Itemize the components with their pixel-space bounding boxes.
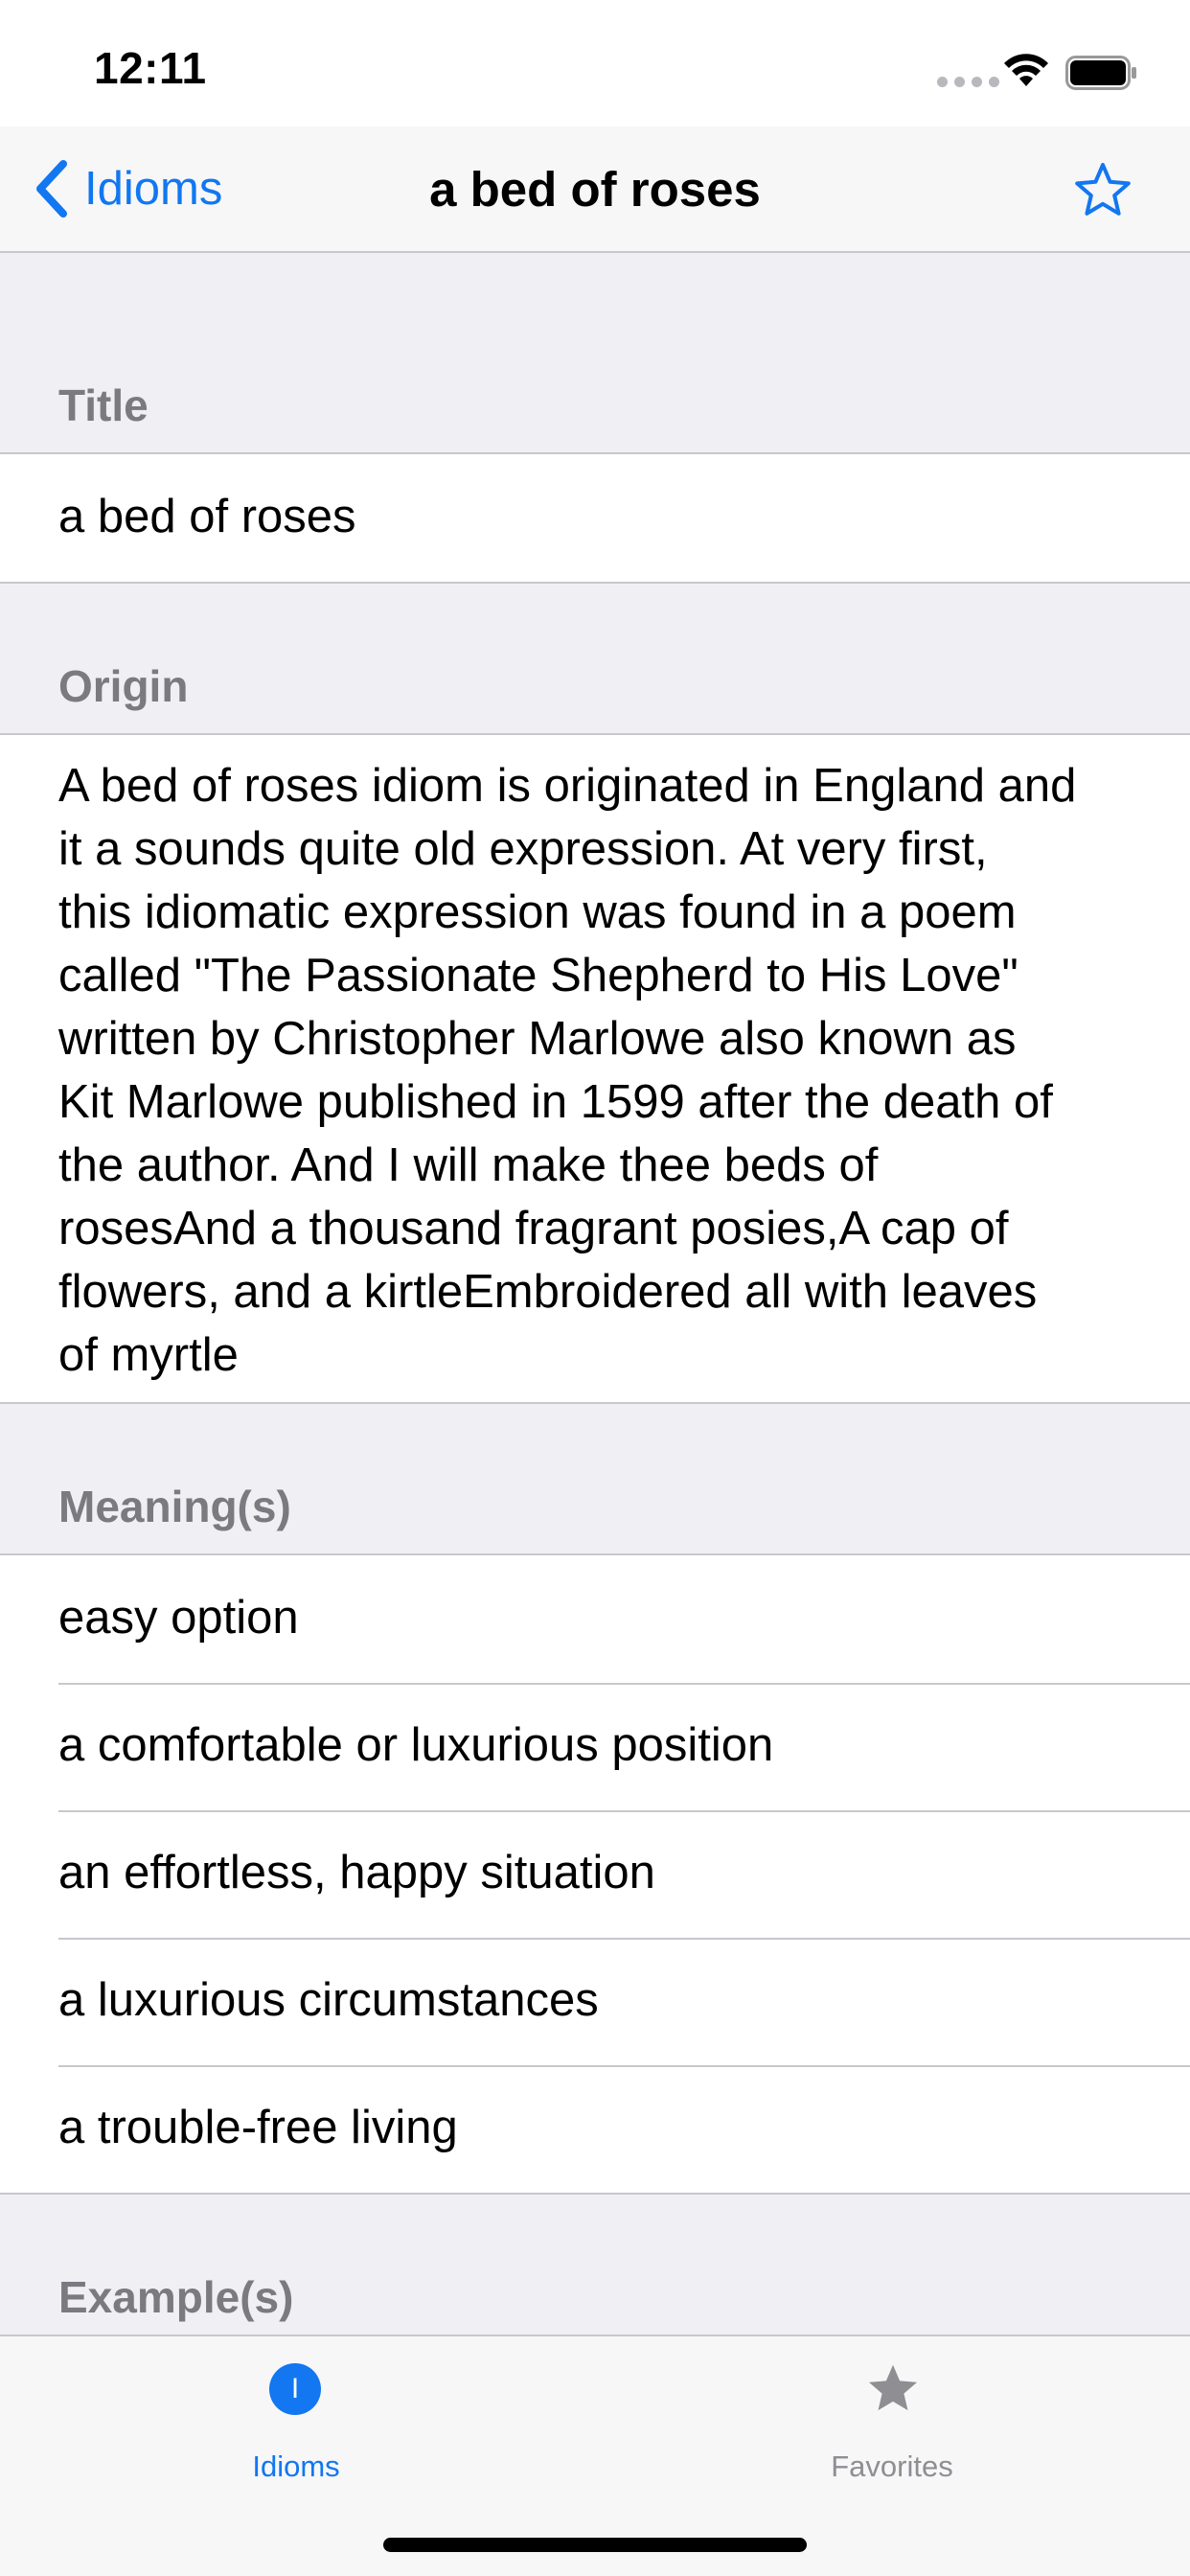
section-header-examples: Example(s) xyxy=(0,2195,1190,2344)
meaning-text: easy option xyxy=(58,1592,299,1644)
idioms-tab-glyph: I xyxy=(269,2363,321,2415)
origin-line: rosesAnd a thousand fragrant posies,A ca… xyxy=(58,1203,1009,1254)
origin-line: A bed of roses idiom is originated in En… xyxy=(58,760,1077,812)
tab-label: Idioms xyxy=(252,2450,340,2483)
section-header-label: Meaning(s) xyxy=(58,1482,291,1531)
origin-group: A bed of roses idiom is originated in En… xyxy=(0,733,1190,1404)
origin-text: A bed of roses idiom is originated in En… xyxy=(58,754,1132,1387)
tab-bar: I Idioms Favorites xyxy=(0,2334,1190,2576)
origin-line: called "The Passionate Shepherd to His L… xyxy=(58,950,1018,1001)
meaning-text: a comfortable or luxurious position xyxy=(58,1719,774,1771)
battery-icon xyxy=(1065,56,1136,90)
meaning-cell: a comfortable or luxurious position xyxy=(0,1683,1190,1810)
origin-line: this idiomatic expression was found in a… xyxy=(58,886,1017,938)
meaning-text: a trouble-free living xyxy=(58,2102,458,2153)
title-group: a bed of roses xyxy=(0,452,1190,584)
meaning-text: an effortless, happy situation xyxy=(58,1847,655,1898)
meaning-cell: a luxurious circumstances xyxy=(0,1938,1190,2065)
home-indicator[interactable] xyxy=(383,2538,807,2552)
origin-cell: A bed of roses idiom is originated in En… xyxy=(0,735,1190,1402)
meaning-cell: an effortless, happy situation xyxy=(0,1810,1190,1938)
section-header-title: Title xyxy=(0,253,1190,452)
origin-line: flowers, and a kirtleEmbroidered all wit… xyxy=(58,1266,1038,1318)
meaning-cell: easy option xyxy=(0,1555,1190,1683)
cellular-signal-icon xyxy=(937,77,999,87)
status-bar: 12:11 xyxy=(0,0,1190,126)
navigation-bar: Idioms a bed of roses xyxy=(0,126,1190,253)
wifi-icon xyxy=(1004,54,1048,86)
section-header-label: Title xyxy=(58,380,149,430)
star-outline-icon xyxy=(1075,163,1131,216)
title-value: a bed of roses xyxy=(58,491,356,542)
origin-line: written by Christopher Marlowe also know… xyxy=(58,1013,1017,1065)
idioms-tab-icon: I xyxy=(269,2363,321,2415)
tab-label: Favorites xyxy=(831,2450,953,2483)
idiom-detail-content[interactable]: Title a bed of roses Origin A bed of ros… xyxy=(0,253,1190,2344)
tab-idioms[interactable]: I Idioms xyxy=(152,2336,440,2490)
favorite-button[interactable] xyxy=(1073,161,1133,223)
origin-line: Kit Marlowe published in 1599 after the … xyxy=(58,1076,1053,1128)
page-title: a bed of roses xyxy=(429,162,761,217)
section-header-label: Origin xyxy=(58,661,189,711)
origin-line: it a sounds quite old expression. At ver… xyxy=(58,823,988,875)
section-header-label: Example(s) xyxy=(58,2272,294,2322)
section-header-meanings: Meaning(s) xyxy=(0,1404,1190,1553)
title-cell: a bed of roses xyxy=(0,454,1190,582)
star-filled-icon xyxy=(868,2364,918,2411)
origin-line: the author. And I will make thee beds of xyxy=(58,1139,879,1191)
tab-favorites[interactable]: Favorites xyxy=(748,2336,1036,2490)
meaning-text: a luxurious circumstances xyxy=(58,1974,599,2026)
origin-line: of myrtle xyxy=(58,1329,239,1381)
meaning-cell: a trouble-free living xyxy=(0,2065,1190,2193)
section-header-origin: Origin xyxy=(0,584,1190,733)
meanings-group: easy option a comfortable or luxurious p… xyxy=(0,1553,1190,2195)
status-time: 12:11 xyxy=(94,43,207,93)
